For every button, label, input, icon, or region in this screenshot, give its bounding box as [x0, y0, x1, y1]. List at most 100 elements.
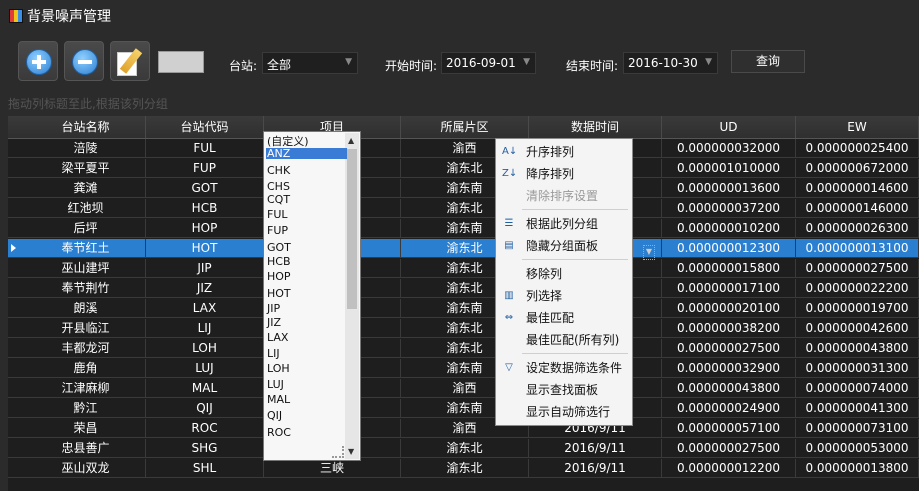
filter-option[interactable]: GOT [266, 242, 347, 253]
station-select[interactable]: 全部 ▼ [262, 52, 358, 74]
table-row[interactable]: 后坪 HOP 渝东南 0.000000010200 0.000000026300 [8, 219, 919, 238]
table-cell[interactable]: 鹿角 [26, 359, 146, 378]
table-cell[interactable]: 0.000000027500 [796, 259, 919, 278]
table-cell[interactable]: 渝东北 [401, 459, 529, 478]
menu-item[interactable]: ☰ 根据此列分组 [496, 213, 632, 235]
table-cell[interactable]: 0.000000057100 [662, 419, 796, 438]
table-row[interactable]: 龚滩 GOT 渝东南 0.000000013600 0.000000014600 [8, 179, 919, 198]
table-cell[interactable]: 0.000000013600 [662, 179, 796, 198]
table-cell[interactable]: MAL [146, 379, 264, 398]
blank-button[interactable] [158, 51, 204, 73]
table-cell[interactable]: 0.000000013800 [796, 459, 919, 478]
scroll-up-icon[interactable]: ▲ [348, 136, 354, 145]
table-cell[interactable]: 0.000000031300 [796, 359, 919, 378]
table-cell[interactable]: 后坪 [26, 219, 146, 238]
table-cell[interactable]: 0.000000042600 [796, 319, 919, 338]
table-row[interactable]: 丰都龙河 LOH 渝东北 0.000000027500 0.000000043800 [8, 339, 919, 358]
column-header[interactable]: EW [796, 116, 919, 138]
table-cell[interactable]: 0.000000014600 [796, 179, 919, 198]
table-cell[interactable]: 0.000000013100 [796, 239, 919, 258]
remove-button[interactable] [64, 41, 104, 81]
table-cell[interactable]: 龚滩 [26, 179, 146, 198]
table-cell[interactable]: 2016/9/11 [529, 439, 662, 458]
table-cell[interactable]: 0.000000026300 [796, 219, 919, 238]
table-cell[interactable]: 0.000000032000 [662, 139, 796, 158]
table-cell[interactable]: 0.000000019700 [796, 299, 919, 318]
table-cell[interactable]: 0.000000027500 [662, 339, 796, 358]
column-header[interactable]: 所属片区 [401, 116, 529, 138]
table-cell[interactable]: 忠县善广 [26, 439, 146, 458]
table-cell[interactable]: GOT [146, 179, 264, 198]
table-cell[interactable]: 江津麻柳 [26, 379, 146, 398]
table-row[interactable]: 红池坝 HCB 渝东北 0.000000037200 0.000000146000 [8, 199, 919, 218]
table-cell[interactable]: 0.000000012300 [662, 239, 796, 258]
table-cell[interactable]: 0.000000074000 [796, 379, 919, 398]
table-cell[interactable]: 0.000000022200 [796, 279, 919, 298]
menu-item[interactable]: ⇔ 最佳匹配 [496, 307, 632, 329]
menu-item[interactable]: Z↓ 降序排列 [496, 163, 632, 185]
add-button[interactable] [18, 41, 58, 81]
filter-option[interactable]: ROC [266, 427, 347, 438]
group-panel[interactable]: 拖动列标题至此,根据该列分组 [0, 91, 919, 113]
filter-option[interactable]: LAX [266, 332, 347, 343]
menu-item[interactable]: 移除列 [496, 263, 632, 285]
filter-option[interactable]: FUL [266, 209, 347, 220]
table-cell[interactable]: 三峡 [264, 459, 401, 478]
scroll-down-icon[interactable]: ▼ [348, 447, 354, 456]
table-row[interactable]: 鹿角 LUJ 渝东南 0.000000032900 0.000000031300 [8, 359, 919, 378]
column-header[interactable]: 台站代码 [146, 116, 264, 138]
filter-dropdown-list[interactable]: ▲ ▼ (自定义) ANZ CHK CHS CQT FUL FUP GOT HCB HOP HOT J… [263, 131, 361, 461]
table-cell[interactable]: 0.000000038200 [662, 319, 796, 338]
table-cell[interactable]: 0.000000027500 [662, 439, 796, 458]
filter-option[interactable]: JIP [266, 303, 347, 314]
table-cell[interactable]: 奉节红土 [26, 239, 146, 258]
table-cell[interactable]: 奉节荆竹 [26, 279, 146, 298]
table-row[interactable]: 黔江 QIJ 渝东南 0.000000024900 0.000000041300 [8, 399, 919, 418]
menu-item[interactable]: ▥ 列选择 [496, 285, 632, 307]
table-cell[interactable]: FUP [146, 159, 264, 178]
table-cell[interactable]: 黔江 [26, 399, 146, 418]
filter-option[interactable]: CHK [266, 165, 347, 176]
table-cell[interactable]: 巫山双龙 [26, 459, 146, 478]
filter-option[interactable]: CHS [266, 181, 347, 192]
menu-item[interactable]: ▽ 设定数据筛选条件 [496, 357, 632, 379]
filter-option[interactable]: HOP [266, 271, 347, 282]
filter-option[interactable]: MAL [266, 394, 347, 405]
filter-option[interactable]: FUP [266, 225, 347, 236]
query-button[interactable]: 查询 [731, 50, 805, 73]
table-cell[interactable]: SHG [146, 439, 264, 458]
table-cell[interactable]: 0.000000025400 [796, 139, 919, 158]
table-cell[interactable]: SHL [146, 459, 264, 478]
table-row[interactable]: 荣昌 ROC 渝西 2016/9/11 0.000000057100 0.00000007… [8, 419, 919, 438]
menu-item[interactable]: 最佳匹配(所有列) [496, 329, 632, 351]
filter-option[interactable]: LUJ [266, 379, 347, 390]
menu-item[interactable]: ▤ 隐藏分组面板 [496, 235, 632, 257]
table-row[interactable]: 忠县善广 SHG 渝东北 2016/9/11 0.000000027500 0.00000… [8, 439, 919, 458]
table-cell[interactable]: JIP [146, 259, 264, 278]
table-cell[interactable]: 0.000000053000 [796, 439, 919, 458]
table-cell[interactable]: JIZ [146, 279, 264, 298]
table-cell[interactable]: LOH [146, 339, 264, 358]
column-header[interactable]: 台站名称 [26, 116, 146, 138]
column-header[interactable]: UD [662, 116, 796, 138]
filter-option[interactable]: QIJ [266, 410, 347, 421]
table-cell[interactable]: 0.000000146000 [796, 199, 919, 218]
table-cell[interactable]: 0.000000015800 [662, 259, 796, 278]
table-cell[interactable]: 2016/9/11 [529, 459, 662, 478]
table-cell[interactable]: 渝东北 [401, 439, 529, 458]
menu-item[interactable]: 显示自动筛选行 [496, 401, 632, 423]
table-row[interactable]: 江津麻柳 MAL 渝西 0.000000043800 0.000000074000 [8, 379, 919, 398]
table-row[interactable]: 巫山双龙 SHL 三峡 渝东北 2016/9/11 0.000000012200 0.000… [8, 459, 919, 478]
table-row[interactable]: 开县临江 LIJ 渝东北 0.000000038200 0.000000042600 [8, 319, 919, 338]
table-cell[interactable]: QIJ [146, 399, 264, 418]
table-cell[interactable]: 涪陵 [26, 139, 146, 158]
resize-grip-icon[interactable] [332, 446, 344, 458]
filter-option[interactable]: HCB [266, 256, 347, 267]
data-grid[interactable]: 台站名称 台站代码 项目 所属片区 数据时间 UD EW 涪陵 FUL 渝西 0.00000003… [8, 116, 919, 491]
filter-option[interactable]: LIJ [266, 348, 347, 359]
table-cell[interactable]: 0.000000024900 [662, 399, 796, 418]
table-cell[interactable]: 0.000000043800 [796, 339, 919, 358]
table-cell[interactable]: 0.000000037200 [662, 199, 796, 218]
table-cell[interactable]: 巫山建坪 [26, 259, 146, 278]
table-cell[interactable]: 0.000000012200 [662, 459, 796, 478]
